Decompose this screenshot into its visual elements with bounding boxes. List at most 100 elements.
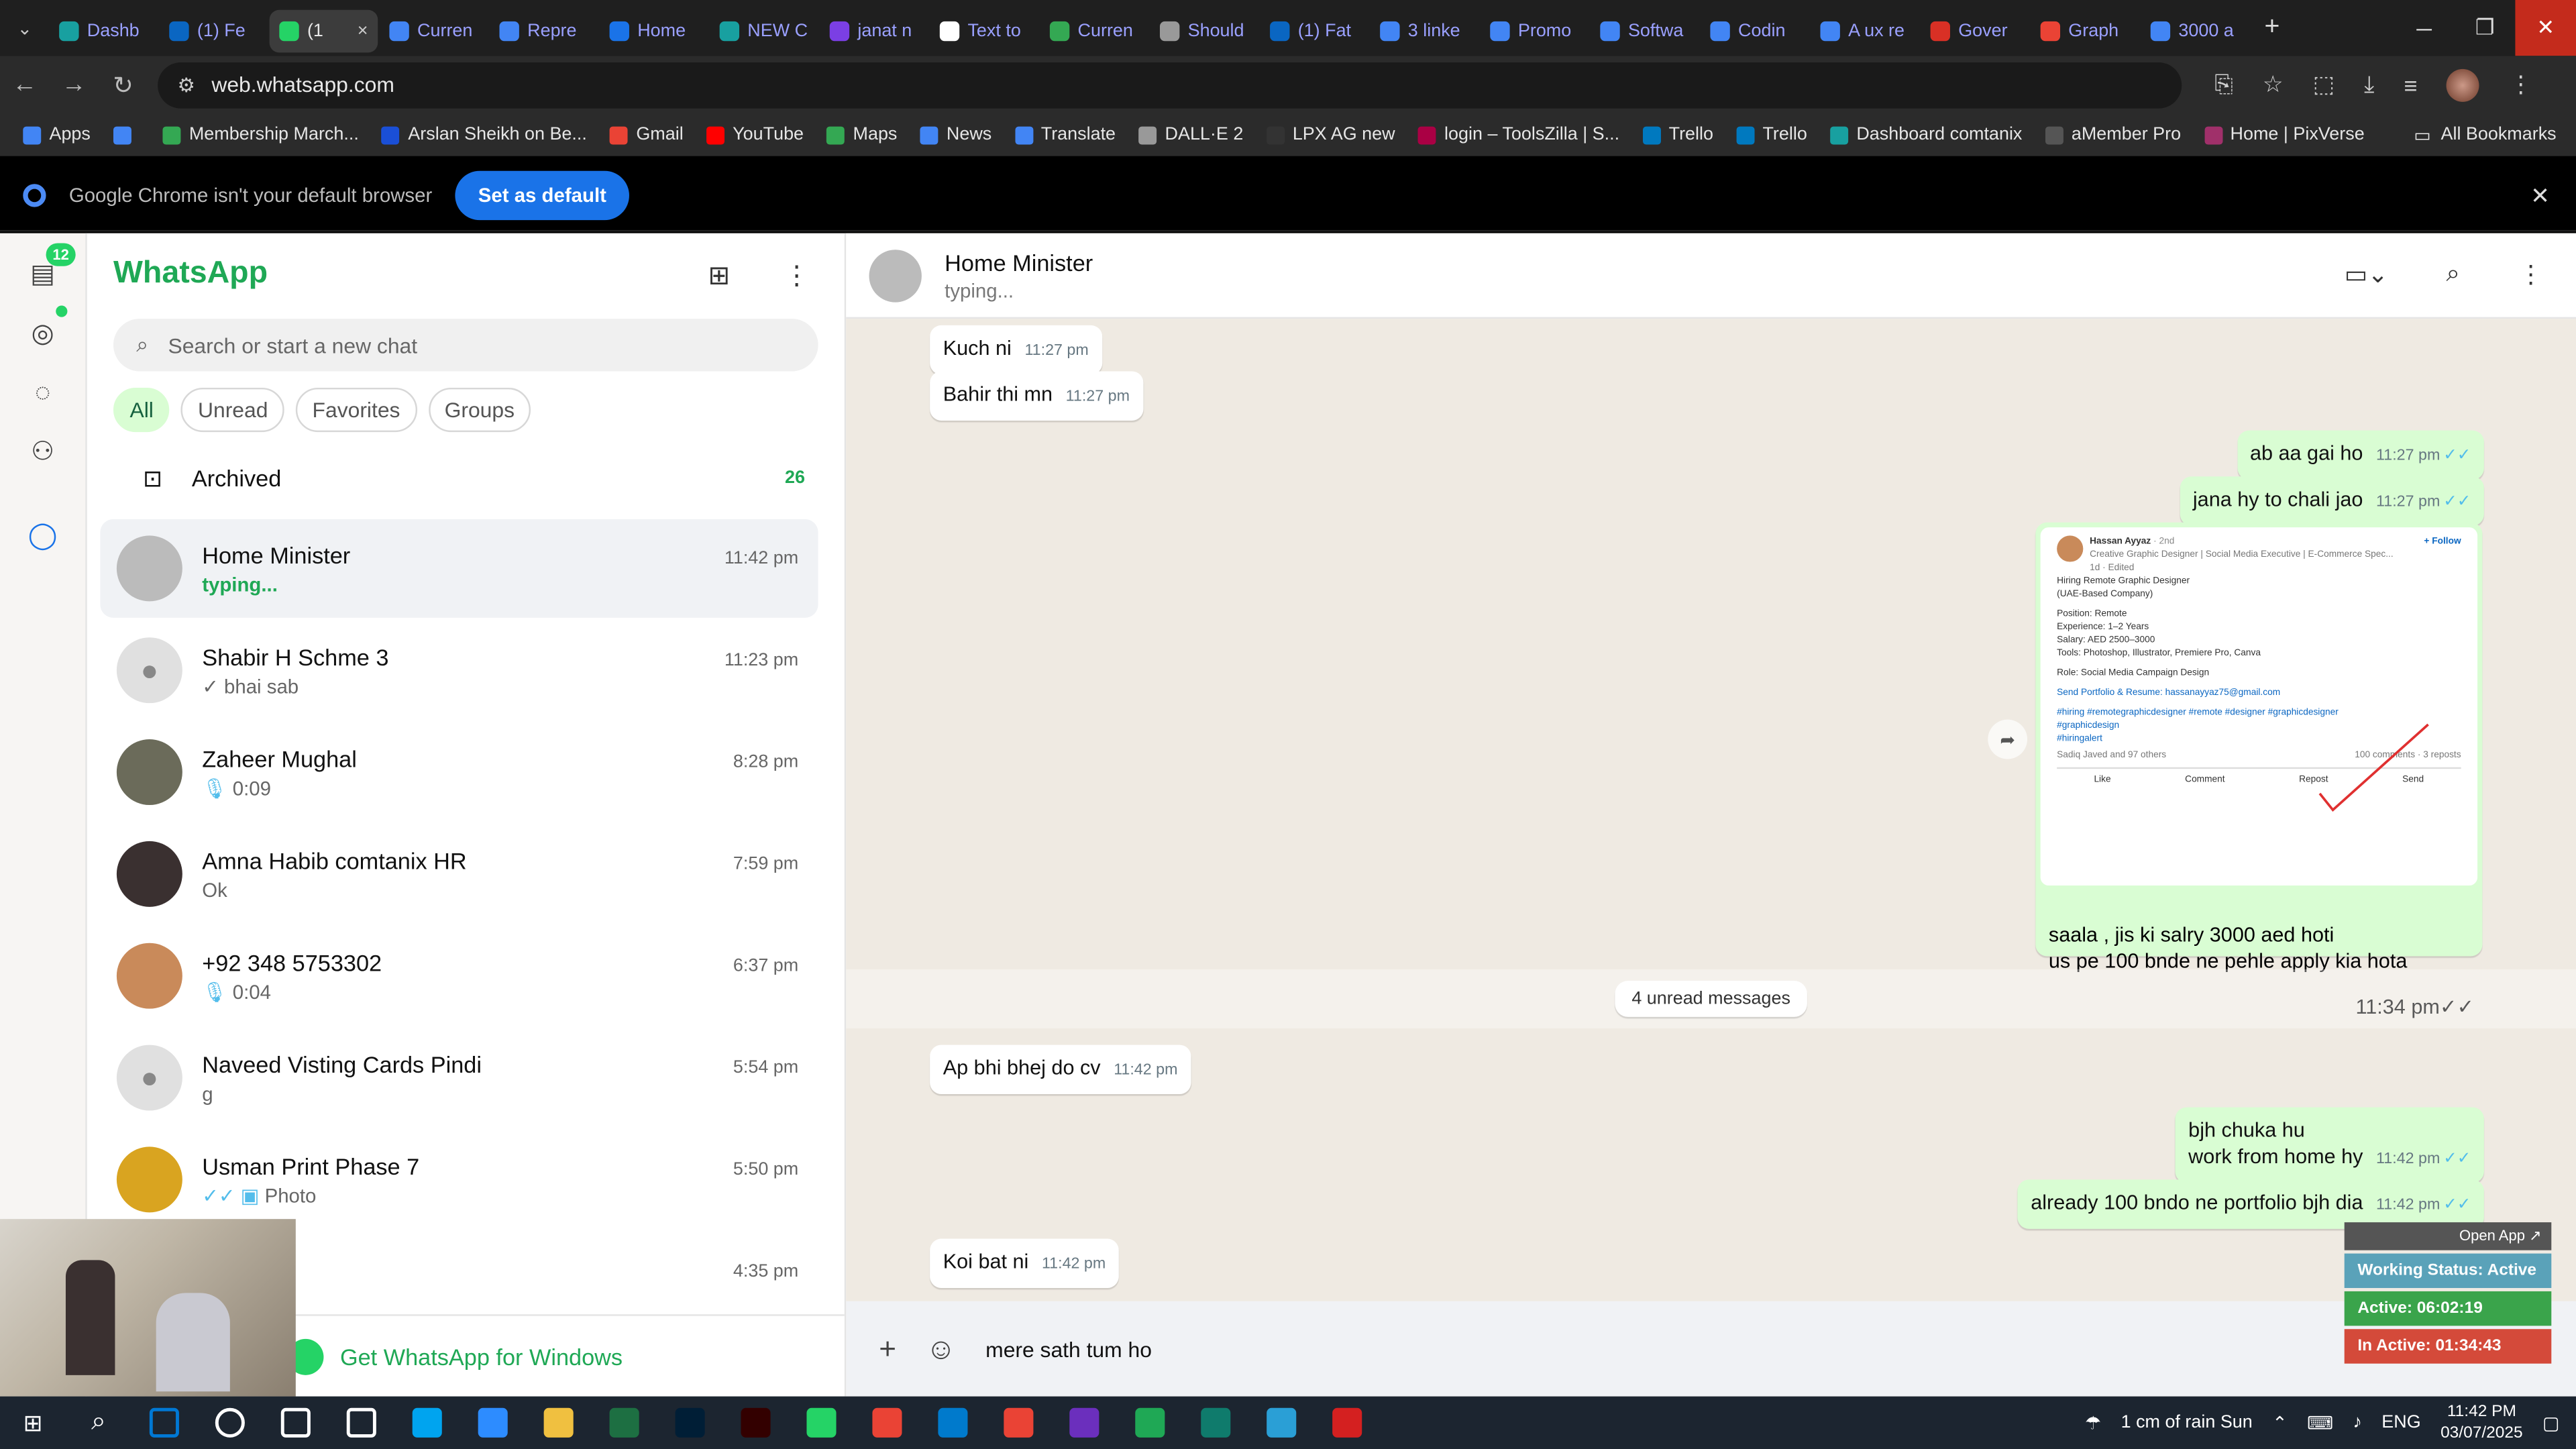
browser-tab[interactable]: (1) Fe	[160, 9, 268, 52]
open-app-button[interactable]: Open App ↗	[2344, 1222, 2552, 1250]
taskbar-app-icon[interactable]	[1183, 1397, 1248, 1449]
browser-tab[interactable]: Text to	[930, 9, 1038, 52]
taskbar-app-icon[interactable]	[1248, 1397, 1314, 1449]
bookmark-item[interactable]	[113, 125, 140, 144]
forward-icon[interactable]: ➦	[1988, 719, 2028, 759]
search-icon[interactable]: ⌕	[66, 1397, 131, 1449]
browser-tab[interactable]: Graph	[2031, 9, 2139, 52]
search-input[interactable]: ⌕ Search or start a new chat	[113, 319, 818, 372]
taskbar-app-icon[interactable]	[1051, 1397, 1117, 1449]
taskbar-app-icon[interactable]	[460, 1397, 526, 1449]
taskbar-app-icon[interactable]	[789, 1397, 855, 1449]
bookmark-item[interactable]: Trello	[1736, 125, 1807, 145]
chat-list-item[interactable]: Home Minister typing... 11:42 pm	[100, 519, 818, 618]
conversation-header[interactable]: Home Minister typing... ▭⌄ ⌕ ⋮	[846, 233, 2576, 319]
message-out[interactable]: jana hy to chali jao 11:27 pm ✓✓	[2180, 476, 2484, 526]
taskbar-app-icon[interactable]	[394, 1397, 460, 1449]
meta-ai-icon[interactable]: ◯	[25, 517, 61, 553]
bookmark-item[interactable]: LPX AG new	[1266, 125, 1395, 145]
chrome-menu-icon[interactable]: ⋮	[2510, 70, 2532, 99]
communities-icon[interactable]: ⚇	[25, 434, 61, 470]
browser-tab[interactable]: Home	[600, 9, 708, 52]
notifications-icon[interactable]: ▢	[2542, 1412, 2559, 1433]
message-in[interactable]: Kuch ni 11:27 pm	[930, 325, 1102, 375]
bookmark-item[interactable]: Home | PixVerse	[2204, 125, 2365, 145]
close-window-button[interactable]: ✕	[2515, 0, 2576, 56]
bookmark-item[interactable]: Dashboard comtanix	[1830, 125, 2022, 145]
archived-row[interactable]: ⊡ Archived 26	[113, 450, 818, 506]
menu-icon[interactable]: ⋮	[2518, 260, 2543, 289]
bookmark-item[interactable]: aMember Pro	[2045, 125, 2181, 145]
taskbar-app-icon[interactable]	[920, 1397, 985, 1449]
message-in[interactable]: Bahir thi mn 11:27 pm	[930, 371, 1143, 421]
network-icon[interactable]: ⌨	[2307, 1412, 2333, 1433]
browser-tab[interactable]: Repre	[490, 9, 598, 52]
bookmark-star-icon[interactable]: ☆	[2263, 70, 2284, 99]
restore-button[interactable]: ❐	[2455, 0, 2516, 56]
reload-button[interactable]: ↻	[99, 70, 148, 100]
browser-tab[interactable]: Codin	[1701, 9, 1809, 52]
extensions-icon[interactable]: ⬚	[2313, 70, 2334, 99]
bookmark-item[interactable]: Gmail	[610, 125, 684, 145]
taskbar-app-icon[interactable]	[131, 1397, 197, 1449]
browser-tab[interactable]: NEW C	[710, 9, 818, 52]
profile-avatar[interactable]	[2447, 68, 2480, 101]
taskbar-app-icon[interactable]	[854, 1397, 920, 1449]
start-button[interactable]: ⊞	[0, 1397, 66, 1449]
taskbar-app-icon[interactable]	[329, 1397, 394, 1449]
bookmark-item[interactable]: YouTube	[706, 125, 804, 145]
taskbar-app-icon[interactable]	[657, 1397, 723, 1449]
image-message[interactable]: Hassan Ayyaz · 2nd Creative Graphic Desi…	[2035, 522, 2483, 1018]
taskbar-app-icon[interactable]	[723, 1397, 789, 1449]
bookmark-item[interactable]: Maps	[826, 125, 897, 145]
channels-icon[interactable]: ◌	[25, 376, 61, 413]
forward-button[interactable]: →	[49, 70, 98, 99]
all-bookmarks[interactable]: ▭ All Bookmarks	[2414, 124, 2556, 146]
taskbar-app-icon[interactable]	[263, 1397, 329, 1449]
video-call-overlay[interactable]	[0, 1219, 296, 1397]
message-out[interactable]: ab aa gai ho 11:27 pm ✓✓	[2237, 430, 2484, 480]
browser-tab[interactable]: Should	[1150, 9, 1258, 52]
filter-chip-favorites[interactable]: Favorites	[296, 387, 417, 433]
site-info-icon[interactable]: ⚙	[177, 73, 195, 96]
bookmark-item[interactable]: Translate	[1014, 125, 1116, 145]
message-out[interactable]: already 100 bndo ne portfolio bjh dia 11:…	[2017, 1179, 2484, 1229]
browser-tab[interactable]: Gover	[1921, 9, 2029, 52]
media-control-icon[interactable]: ≡	[2404, 72, 2417, 98]
filter-chip-unread[interactable]: Unread	[181, 387, 284, 433]
browser-tab[interactable]: 3000 a	[2141, 9, 2249, 52]
browser-tab[interactable]: Curren	[380, 9, 488, 52]
browser-tab[interactable]: janat n	[820, 9, 928, 52]
filter-chip-groups[interactable]: Groups	[428, 387, 531, 433]
tab-search-menu[interactable]: ⌄	[0, 0, 49, 56]
chevron-up-icon[interactable]: ⌃	[2272, 1412, 2288, 1433]
language-indicator[interactable]: ENG	[2381, 1413, 2420, 1432]
new-tab-button[interactable]: +	[2249, 13, 2296, 43]
bookmark-item[interactable]: login – ToolsZilla | S...	[1417, 125, 1619, 145]
chat-list-item[interactable]: ● Shabir H Schme 3 ✓ bhai sab 11:23 pm	[100, 621, 818, 720]
taskbar-app-icon[interactable]	[1117, 1397, 1183, 1449]
browser-tab[interactable]: Softwa	[1591, 9, 1699, 52]
taskbar-app-icon[interactable]	[1314, 1397, 1380, 1449]
tab-close-icon[interactable]: ×	[358, 21, 368, 40]
contact-avatar[interactable]	[869, 249, 922, 302]
message-in[interactable]: Koi bat ni 11:42 pm	[930, 1238, 1119, 1289]
install-app-icon[interactable]: ⎘	[2214, 70, 2233, 99]
bookmark-item[interactable]: Membership March...	[162, 125, 359, 145]
chat-list-item[interactable]: ● Naveed Visting Cards Pindi g 5:54 pm	[100, 1028, 818, 1127]
browser-tab[interactable]: 3 linke	[1370, 9, 1479, 52]
filter-chip-all[interactable]: All	[113, 387, 170, 433]
browser-tab[interactable]: A ux re	[1811, 9, 1919, 52]
set-as-default-button[interactable]: Set as default	[455, 170, 630, 221]
new-chat-icon[interactable]: ⊞	[708, 260, 731, 292]
browser-tab[interactable]: (1) Fat	[1260, 9, 1368, 52]
message-in[interactable]: Ap bhi bhej do cv 11:42 pm	[930, 1044, 1191, 1095]
clock[interactable]: 11:42 PM 03/07/2025	[2440, 1401, 2523, 1444]
browser-tab[interactable]: (1 ×	[269, 9, 378, 52]
close-infobar-icon[interactable]: ✕	[2530, 182, 2550, 210]
chat-list-item[interactable]: Usman Print Phase 7 ✓✓ ▣ Photo 5:50 pm	[100, 1130, 818, 1229]
minimize-button[interactable]: ─	[2394, 0, 2455, 56]
chat-list-item[interactable]: Amna Habib comtanix HR Ok 7:59 pm	[100, 824, 818, 923]
chat-list-item[interactable]: Zaheer Mughal 🎙 0:09 8:28 pm	[100, 723, 818, 822]
taskbar-app-icon[interactable]	[592, 1397, 657, 1449]
